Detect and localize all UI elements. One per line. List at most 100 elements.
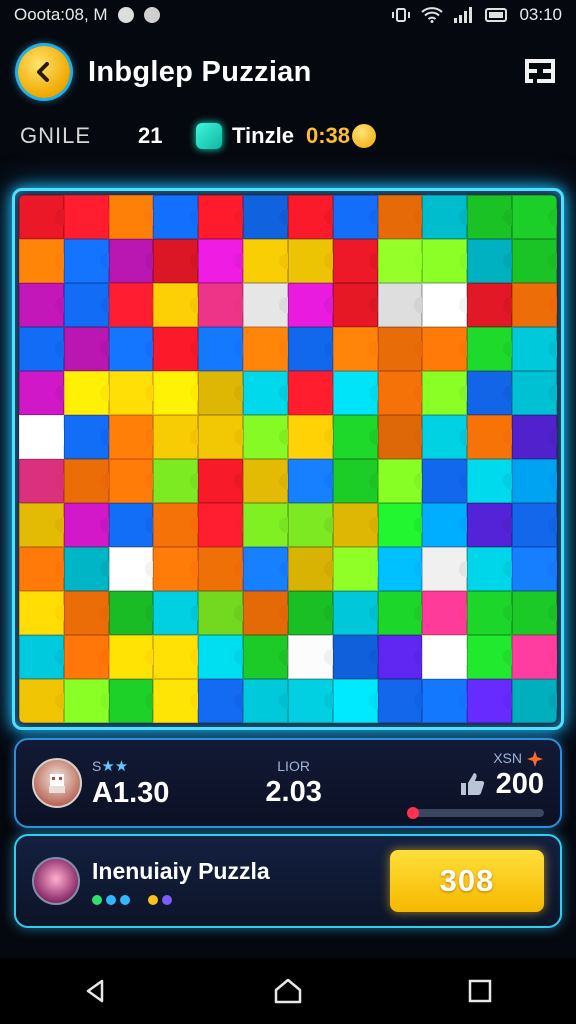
puzzle-piece[interactable] [512,283,557,327]
puzzle-piece[interactable] [243,503,288,547]
puzzle-piece[interactable] [19,591,64,635]
puzzle-piece[interactable] [512,547,557,591]
puzzle-piece[interactable] [153,635,199,679]
puzzle-piece[interactable] [512,195,557,239]
puzzle-piece[interactable] [108,371,154,415]
puzzle-piece[interactable] [63,459,109,503]
puzzle-piece[interactable] [377,327,423,371]
puzzle-piece[interactable] [422,283,468,327]
avatar-icon[interactable] [32,758,82,808]
puzzle-piece[interactable] [377,459,423,503]
puzzle-piece[interactable] [422,239,468,283]
puzzle-piece[interactable] [63,283,109,327]
puzzle-piece[interactable] [332,283,378,327]
puzzle-piece[interactable] [63,371,109,415]
puzzle-piece[interactable] [153,415,199,459]
puzzle-piece[interactable] [108,591,154,635]
puzzle-piece[interactable] [19,195,64,239]
puzzle-piece[interactable] [63,327,109,371]
puzzle-piece[interactable] [422,327,468,371]
puzzle-piece[interactable] [153,459,199,503]
puzzle-piece[interactable] [198,679,244,723]
puzzle-piece[interactable] [287,195,333,239]
puzzle-piece[interactable] [19,327,64,371]
puzzle-piece[interactable] [377,239,423,283]
puzzle-piece[interactable] [377,679,423,723]
puzzle-piece[interactable] [198,415,244,459]
puzzle-piece[interactable] [153,679,199,723]
puzzle-piece[interactable] [19,459,64,503]
puzzle-piece[interactable] [422,679,468,723]
puzzle-piece[interactable] [377,195,423,239]
puzzle-piece[interactable] [287,679,333,723]
puzzle-piece[interactable] [108,679,154,723]
puzzle-piece[interactable] [153,327,199,371]
puzzle-board[interactable] [19,195,557,723]
puzzle-piece[interactable] [332,459,378,503]
puzzle-piece[interactable] [198,195,244,239]
puzzle-piece[interactable] [108,327,154,371]
puzzle-piece[interactable] [63,195,109,239]
puzzle-piece[interactable] [287,635,333,679]
puzzle-piece[interactable] [467,239,513,283]
nav-back-button[interactable] [76,971,116,1011]
puzzle-piece[interactable] [377,371,423,415]
puzzle-piece[interactable] [198,591,244,635]
puzzle-piece[interactable] [108,459,154,503]
puzzle-piece[interactable] [422,591,468,635]
puzzle-piece[interactable] [287,239,333,283]
puzzle-piece[interactable] [198,503,244,547]
puzzle-piece[interactable] [108,283,154,327]
puzzle-piece[interactable] [422,459,468,503]
puzzle-piece[interactable] [467,591,513,635]
puzzle-piece[interactable] [332,635,378,679]
nav-home-button[interactable] [268,971,308,1011]
puzzle-piece[interactable] [467,679,513,723]
puzzle-piece[interactable] [467,459,513,503]
puzzle-piece[interactable] [512,415,557,459]
puzzle-piece[interactable] [198,459,244,503]
puzzle-piece[interactable] [63,547,109,591]
puzzle-piece[interactable] [63,635,109,679]
puzzle-piece[interactable] [153,547,199,591]
puzzle-piece[interactable] [377,547,423,591]
puzzle-piece[interactable] [63,503,109,547]
puzzle-piece[interactable] [243,283,288,327]
puzzle-piece[interactable] [108,195,154,239]
puzzle-piece[interactable] [63,679,109,723]
puzzle-piece[interactable] [332,195,378,239]
puzzle-piece[interactable] [198,371,244,415]
puzzle-piece[interactable] [153,195,199,239]
back-button[interactable] [18,46,70,98]
puzzle-piece[interactable] [422,635,468,679]
puzzle-piece[interactable] [198,327,244,371]
puzzle-piece[interactable] [332,327,378,371]
puzzle-piece[interactable] [467,195,513,239]
puzzle-piece[interactable] [287,459,333,503]
puzzle-piece[interactable] [332,547,378,591]
puzzle-piece[interactable] [287,415,333,459]
puzzle-piece[interactable] [153,503,199,547]
puzzle-piece[interactable] [512,591,557,635]
puzzle-piece[interactable] [243,459,288,503]
next-puzzle-card[interactable]: Inenuiaiy Puzzla 308 [14,834,562,928]
play-button[interactable]: 308 [390,850,544,912]
puzzle-piece[interactable] [287,327,333,371]
puzzle-piece[interactable] [19,547,64,591]
puzzle-piece[interactable] [19,371,64,415]
puzzle-piece[interactable] [467,327,513,371]
puzzle-piece[interactable] [198,635,244,679]
puzzle-piece[interactable] [243,679,288,723]
puzzle-piece[interactable] [108,503,154,547]
puzzle-piece[interactable] [422,415,468,459]
puzzle-piece[interactable] [63,591,109,635]
puzzle-piece[interactable] [198,239,244,283]
puzzle-piece[interactable] [332,503,378,547]
nav-recents-button[interactable] [460,971,500,1011]
puzzle-piece[interactable] [377,415,423,459]
puzzle-piece[interactable] [467,415,513,459]
puzzle-piece[interactable] [332,415,378,459]
puzzle-piece[interactable] [287,371,333,415]
puzzle-piece[interactable] [243,239,288,283]
puzzle-piece[interactable] [512,503,557,547]
